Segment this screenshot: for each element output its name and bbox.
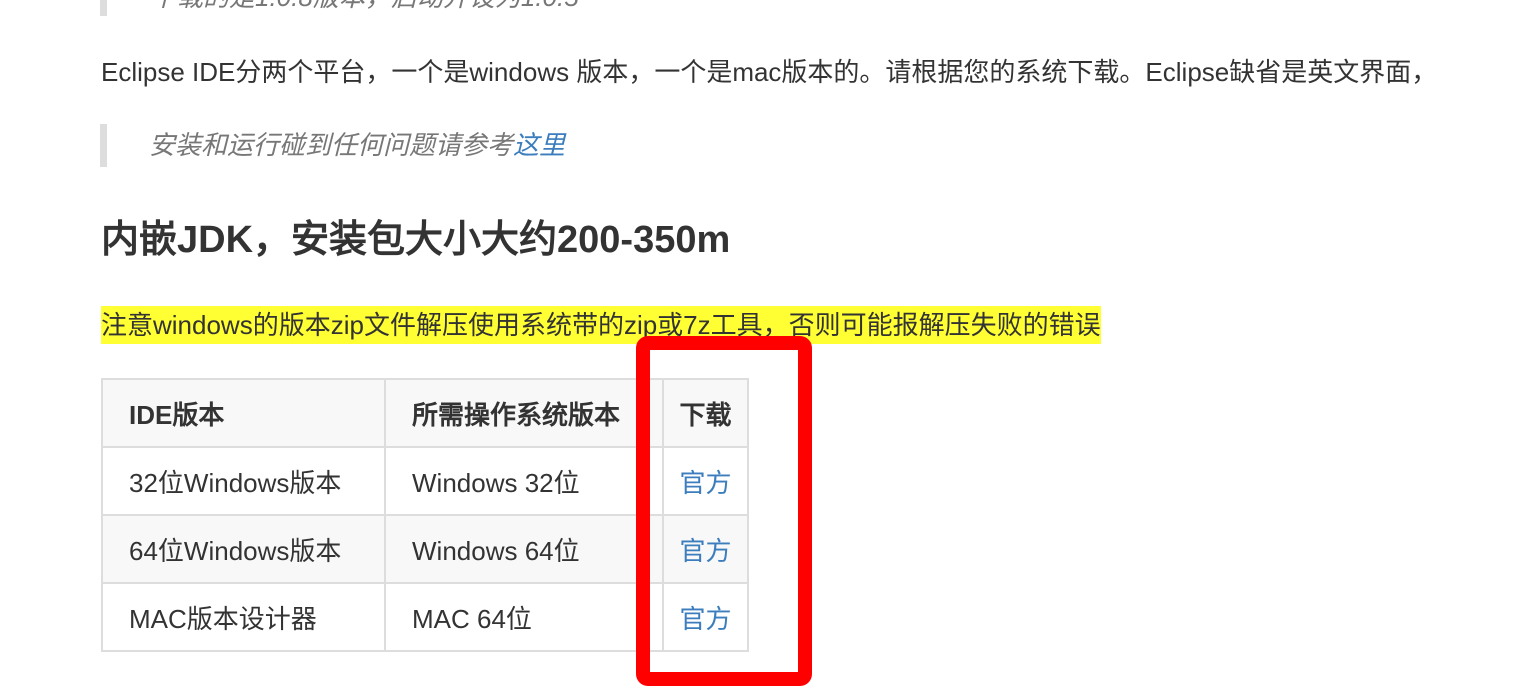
download-link-win32[interactable]: 官方 (679, 468, 731, 498)
cell-os-version: Windows 64位 (384, 514, 664, 584)
help-quote-text: 安装和运行碰到任何问题请参考 (149, 130, 514, 160)
table-row: 64位Windows版本 Windows 64位 官方 (101, 514, 749, 584)
header-download: 下载 (662, 378, 749, 448)
header-os-version: 所需操作系统版本 (384, 378, 664, 448)
help-link[interactable]: 这里 (513, 130, 565, 160)
intro-paragraph: Eclipse IDE分两个平台，一个是windows 版本，一个是mac版本的… (101, 57, 1438, 87)
cell-ide-version: 64位Windows版本 (101, 514, 386, 584)
warning-note: 注意windows的版本zip文件解压使用系统带的zip或7z工具，否则可能报解… (101, 306, 1101, 344)
help-quote: 安装和运行碰到任何问题请参考这里 (100, 124, 565, 167)
cell-download: 官方 (662, 582, 749, 652)
version-note-quote: 下载的是1.0.8版本，启动并设为1.0.5 (100, 0, 579, 16)
cell-os-version: MAC 64位 (384, 582, 664, 652)
download-table: IDE版本 所需操作系统版本 下载 32位Windows版本 Windows 3… (101, 378, 749, 652)
version-note-text: 下载的是1.0.8版本，启动并设为1.0.5 (151, 0, 579, 12)
cell-os-version: Windows 32位 (384, 446, 664, 516)
table-row: 32位Windows版本 Windows 32位 官方 (101, 446, 749, 516)
section-heading: 内嵌JDK，安装包大小大约200-350m (101, 219, 731, 261)
cell-ide-version: 32位Windows版本 (101, 446, 386, 516)
download-link-win64[interactable]: 官方 (679, 536, 731, 566)
download-link-mac[interactable]: 官方 (679, 604, 731, 634)
cell-ide-version: MAC版本设计器 (101, 582, 386, 652)
cell-download: 官方 (662, 446, 749, 516)
header-ide-version: IDE版本 (101, 378, 386, 448)
table-header-row: IDE版本 所需操作系统版本 下载 (101, 378, 749, 448)
table-row: MAC版本设计器 MAC 64位 官方 (101, 582, 749, 652)
cell-download: 官方 (662, 514, 749, 584)
